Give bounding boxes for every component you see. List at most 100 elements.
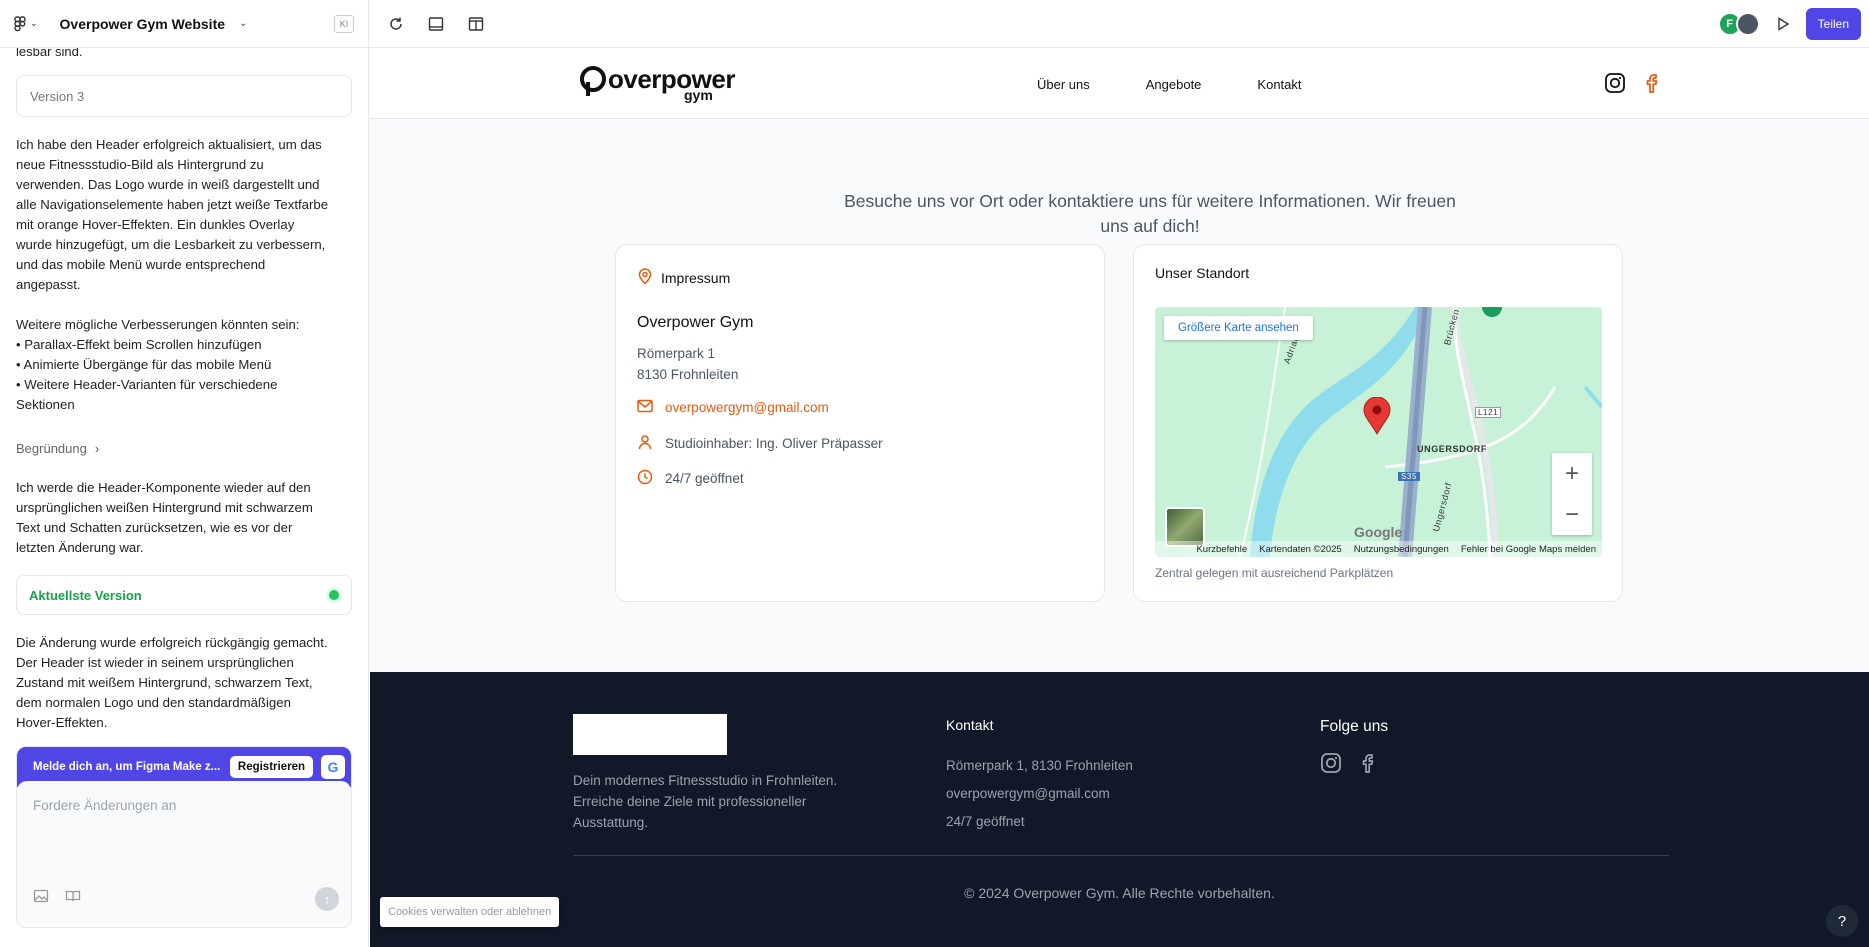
header-socials — [1604, 72, 1664, 99]
map-label-road: L121 — [1475, 407, 1502, 418]
map-zoom-controls: + − — [1552, 453, 1592, 535]
impressum-title: Impressum — [661, 269, 731, 286]
footer-follow-heading: Folge uns — [1320, 718, 1389, 735]
facebook-icon[interactable] — [1358, 752, 1380, 779]
footer-email[interactable]: overpowergym@gmail.com — [946, 780, 1133, 808]
project-title[interactable]: Overpower Gym Website — [60, 16, 225, 32]
footer-socials — [1320, 752, 1380, 779]
google-login-button[interactable]: G — [321, 755, 345, 779]
larger-map-button[interactable]: Größere Karte ansehen — [1164, 316, 1313, 340]
contact-tagline: Besuche uns vor Ort oder kontaktiere uns… — [844, 191, 1456, 236]
prompt-composer: Melde dich an, um Figma Make z... Regist… — [16, 746, 352, 928]
location-title: Unser Standort — [1155, 265, 1250, 281]
map-shortcuts-link[interactable]: Kurzbefehle — [1196, 544, 1247, 555]
cookie-settings-button[interactable]: Cookies verwalten oder ablehnen — [380, 897, 560, 927]
user-icon — [637, 434, 653, 453]
login-prompt: Melde dich an, um Figma Make z... — [33, 761, 221, 773]
email-row[interactable]: overpowergym@gmail.com — [637, 399, 829, 416]
prompt-input[interactable] — [33, 798, 323, 813]
map-data-text: Kartendaten ©2025 — [1259, 543, 1342, 555]
map-terms-link[interactable]: Nutzungsbedingungen — [1354, 544, 1449, 555]
owner-text: Studioinhaber: Ing. Oliver Präpasser — [665, 436, 883, 451]
collaborator-avatars[interactable]: F — [1717, 11, 1760, 36]
avatar[interactable] — [1735, 11, 1760, 36]
gym-name: Overpower Gym — [637, 314, 754, 331]
logo-word: overpower — [608, 64, 736, 94]
share-button[interactable]: Teilen — [1805, 7, 1861, 40]
email-link[interactable]: overpowergym@gmail.com — [665, 400, 829, 415]
hours-row: 24/7 geöffnet — [637, 469, 744, 488]
impressum-heading: Impressum — [637, 267, 730, 288]
chevron-down-icon[interactable]: ⌄ — [239, 18, 247, 29]
impressum-card: Impressum Overpower Gym Römerpark 1 8130… — [615, 244, 1105, 602]
zoom-in-button[interactable]: + — [1552, 453, 1592, 494]
site-logo[interactable]: overpower gym — [580, 64, 736, 103]
layout-preview-icon[interactable] — [467, 15, 485, 33]
mail-icon — [637, 399, 653, 416]
logo-sub: gym — [684, 87, 713, 103]
address-city: 8130 Frohnleiten — [637, 367, 739, 382]
footer-divider — [573, 855, 1669, 856]
chat-message: Weitere mögliche Verbesserungen könnten … — [16, 317, 300, 412]
map-marker-icon[interactable] — [1363, 397, 1391, 435]
map-label-road: S35 — [1398, 472, 1421, 481]
nav-item-ueber-uns[interactable]: Über uns — [1037, 77, 1090, 92]
location-card: Unser Standort UNGERSDORF L121 S35 Unger… — [1133, 244, 1623, 602]
google-map[interactable]: UNGERSDORF L121 S35 Ungersdorf Brücken A… — [1155, 307, 1602, 557]
play-icon[interactable] — [1774, 15, 1792, 33]
map-attribution: Kurzbefehle Kartendaten ©2025 Nutzungsbe… — [1155, 541, 1602, 557]
google-logo: Google — [1354, 524, 1403, 540]
figma-icon — [14, 15, 26, 31]
zoom-out-button[interactable]: − — [1552, 494, 1592, 535]
book-icon[interactable] — [65, 888, 81, 909]
map-report-link[interactable]: Fehler bei Google Maps melden — [1461, 544, 1596, 555]
preview-tools — [369, 15, 485, 33]
nav-item-angebote[interactable]: Angebote — [1146, 77, 1202, 92]
top-bar-left: ⌄ Overpower Gym Website ⌄ KI — [0, 0, 369, 48]
chat-message: Ich habe den Header erfolgreich aktualis… — [16, 137, 329, 292]
map-pin-icon — [637, 267, 653, 288]
reasoning-toggle[interactable]: Begründung › — [16, 441, 99, 456]
location-caption: Zentral gelegen mit ausreichend Parkplät… — [1155, 566, 1394, 580]
chat-panel: lesbar sind. Version 3 Ich habe den Head… — [0, 48, 369, 947]
ai-badge[interactable]: KI — [334, 14, 354, 33]
owner-row: Studioinhaber: Ing. Oliver Präpasser — [637, 434, 883, 453]
figma-menu-button[interactable]: ⌄ — [14, 15, 38, 32]
desktop-preview-icon[interactable] — [427, 15, 445, 33]
send-icon[interactable]: ↑ — [315, 887, 339, 911]
chevron-right-icon: › — [94, 441, 100, 456]
hours-text: 24/7 geöffnet — [665, 471, 744, 486]
instagram-icon[interactable] — [1320, 752, 1342, 779]
footer-hours: 24/7 geöffnet — [946, 814, 1025, 829]
chevron-down-icon: ⌄ — [30, 18, 38, 28]
current-version-label: Aktuellste Version — [29, 587, 142, 603]
top-bar: ⌄ Overpower Gym Website ⌄ KI F Teilen — [0, 0, 1869, 48]
refresh-icon[interactable] — [387, 15, 405, 33]
site-nav: Über uns Angebote Kontakt — [1037, 77, 1302, 92]
version-card[interactable]: Version 3 — [16, 75, 352, 117]
facebook-icon[interactable] — [1642, 72, 1664, 99]
status-dot — [329, 590, 339, 600]
top-bar-right: F Teilen — [1717, 7, 1869, 40]
chat-message-fragment: lesbar sind. — [16, 48, 83, 59]
image-upload-icon[interactable] — [33, 888, 49, 909]
logo-mark-icon — [580, 66, 606, 96]
website-preview: overpower gym Über uns Angebote Kontakt … — [370, 49, 1869, 947]
composer-body: ↑ — [17, 781, 351, 923]
current-version-card[interactable]: Aktuellste Version — [16, 575, 352, 615]
address-street: Römerpark 1 — [637, 346, 716, 361]
gym-address: Römerpark 1 8130 Frohnleiten — [637, 343, 738, 385]
footer-contact-heading: Kontakt — [946, 717, 994, 733]
clock-icon — [637, 469, 653, 488]
footer-logo — [573, 714, 727, 755]
site-footer: Dein modernes Fitnessstudio in Frohnleit… — [370, 672, 1869, 947]
footer-copyright: © 2024 Overpower Gym. Alle Rechte vorbeh… — [964, 885, 1275, 901]
nav-item-kontakt[interactable]: Kontakt — [1257, 77, 1301, 92]
chat-message: Die Änderung wurde erfolgreich rückgängi… — [16, 635, 328, 730]
footer-description: Dein modernes Fitnessstudio in Frohnleit… — [573, 773, 838, 830]
register-button[interactable]: Registrieren — [229, 756, 313, 778]
instagram-icon[interactable] — [1604, 72, 1626, 99]
footer-contact: Römerpark 1, 8130 Frohnleiten overpowerg… — [946, 752, 1133, 836]
site-header: overpower gym Über uns Angebote Kontakt — [370, 49, 1869, 119]
help-button[interactable]: ? — [1826, 905, 1858, 937]
